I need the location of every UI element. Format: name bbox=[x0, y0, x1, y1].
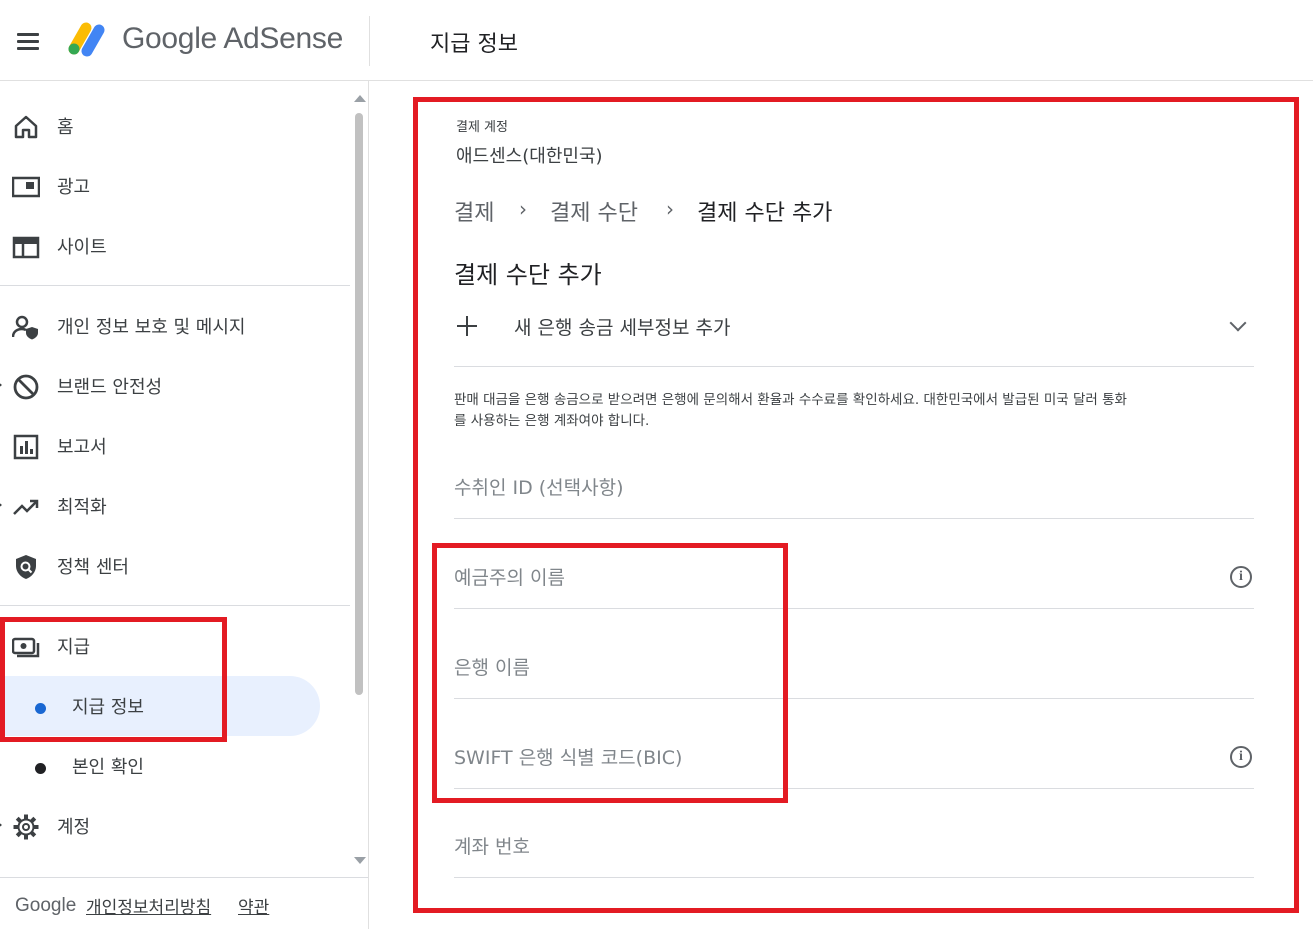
chevron-down-icon bbox=[1229, 314, 1247, 332]
nav-divider bbox=[0, 605, 350, 606]
account-holder-field[interactable]: i bbox=[454, 549, 1254, 609]
sidebar-scrollbar[interactable] bbox=[352, 89, 366, 869]
sidebar-item-label: 정책 센터 bbox=[57, 557, 129, 578]
top-app-bar: Google AdSense 지급 정보 bbox=[0, 0, 1313, 81]
page-title: 지급 정보 bbox=[430, 32, 518, 57]
account-number-field[interactable] bbox=[454, 818, 1254, 878]
payment-account-caption: 결제 계정 bbox=[456, 120, 508, 135]
sidebar-subitem-label: 본인 확인 bbox=[72, 757, 144, 778]
breadcrumb-current: 결제 수단 추가 bbox=[697, 201, 833, 226]
sidebar-item-label: 홈 bbox=[57, 117, 74, 138]
brand-wordmark: Google AdSense bbox=[122, 22, 343, 55]
sidebar-item-label: 브랜드 안전성 bbox=[57, 377, 163, 398]
sidebar-nav: 홈 광고 사이트 개인 정보 보호 및 메시지 브랜드 안전성 보고서 최적화 … bbox=[0, 81, 369, 929]
sidebar-item-policy-center[interactable]: 정책 센터 bbox=[0, 541, 350, 589]
payment-account-name: 애드센스(대한민국) bbox=[456, 146, 603, 167]
sidebar-item-ads[interactable]: 광고 bbox=[0, 161, 350, 209]
sidebar-item-privacy-messaging[interactable]: 개인 정보 보호 및 메시지 bbox=[0, 301, 350, 349]
bank-transfer-notice: 판매 대금을 은행 송금으로 받으려면 은행에 문의해서 환율과 수수료를 확인… bbox=[454, 390, 1252, 432]
notice-line: 를 사용하는 은행 계좌여야 합니다. bbox=[454, 413, 650, 429]
breadcrumb-payment-methods[interactable]: 결제 수단 bbox=[550, 195, 638, 227]
sidebar-subitem-verification[interactable]: 본인 확인 bbox=[0, 736, 320, 796]
sidebar-item-optimization[interactable]: 최적화 bbox=[0, 481, 350, 529]
sidebar-item-brand-safety[interactable]: 브랜드 안전성 bbox=[0, 361, 350, 409]
swift-code-input[interactable] bbox=[454, 729, 1214, 787]
bank-name-input[interactable] bbox=[454, 639, 1214, 697]
info-icon[interactable]: i bbox=[1230, 566, 1252, 588]
sites-icon bbox=[12, 236, 40, 259]
sidebar-item-payments[interactable]: 지급 bbox=[0, 621, 350, 669]
expand-arrow-icon bbox=[0, 821, 2, 829]
notice-line: 판매 대금을 은행 송금으로 받으려면 은행에 문의해서 환율과 수수료를 확인… bbox=[454, 392, 1127, 408]
home-icon bbox=[14, 115, 38, 139]
privacy-messaging-icon bbox=[12, 315, 38, 340]
sidebar-subitem-payment-info[interactable]: 지급 정보 bbox=[0, 676, 320, 736]
trending-up-icon bbox=[13, 499, 39, 515]
terms-link[interactable]: 약관 bbox=[238, 893, 269, 918]
scroll-up-arrow-icon[interactable] bbox=[354, 95, 366, 102]
ads-icon bbox=[12, 176, 40, 198]
policy-shield-icon bbox=[16, 555, 36, 579]
sidebar-item-label: 보고서 bbox=[57, 437, 107, 458]
breadcrumb-separator-icon: › bbox=[519, 197, 527, 221]
nav-divider bbox=[0, 285, 350, 286]
sidebar-item-label: 개인 정보 보호 및 메시지 bbox=[57, 317, 246, 338]
payee-id-input[interactable] bbox=[454, 459, 1214, 517]
block-icon bbox=[13, 374, 39, 400]
footer-google-logo: Google bbox=[15, 895, 77, 916]
sidebar-item-label: 사이트 bbox=[57, 237, 107, 258]
sidebar-item-label: 계정 bbox=[57, 817, 91, 838]
account-holder-input[interactable] bbox=[454, 549, 1214, 607]
bank-name-field[interactable] bbox=[454, 639, 1254, 699]
payments-icon bbox=[12, 637, 40, 658]
sidebar-item-label: 지급 bbox=[57, 637, 91, 658]
account-number-input[interactable] bbox=[454, 818, 1214, 876]
sidebar-footer: Google 개인정보처리방침 약관 bbox=[0, 877, 368, 929]
sidebar-item-reports[interactable]: 보고서 bbox=[0, 421, 350, 469]
reports-icon bbox=[13, 434, 39, 460]
payee-id-field[interactable] bbox=[454, 459, 1254, 519]
adsense-logo-icon bbox=[68, 22, 105, 57]
sidebar-item-sites[interactable]: 사이트 bbox=[0, 221, 350, 269]
sidebar-subitem-label: 지급 정보 bbox=[72, 697, 144, 718]
sidebar-item-account[interactable]: 계정 bbox=[0, 801, 350, 849]
plus-icon bbox=[456, 315, 478, 337]
sidebar-item-label: 광고 bbox=[57, 177, 91, 198]
gear-icon bbox=[13, 814, 39, 840]
expand-arrow-icon bbox=[0, 501, 2, 509]
header-divider bbox=[369, 16, 370, 66]
scrollbar-thumb[interactable] bbox=[355, 113, 363, 695]
bullet-dot-icon bbox=[35, 763, 46, 774]
swift-code-field[interactable]: i bbox=[454, 729, 1254, 789]
expand-arrow-icon bbox=[0, 381, 2, 389]
scroll-down-arrow-icon[interactable] bbox=[354, 857, 366, 864]
sidebar-item-label: 최적화 bbox=[57, 497, 107, 518]
main-content: 결제 계정 애드센스(대한민국) 결제 › 결제 수단 › 결제 수단 추가 결… bbox=[370, 81, 1313, 929]
info-icon[interactable]: i bbox=[1230, 746, 1252, 768]
breadcrumb-separator-icon: › bbox=[666, 197, 674, 221]
hamburger-menu-icon[interactable] bbox=[14, 29, 42, 53]
add-bank-transfer-expander[interactable]: 새 은행 송금 세부정보 추가 bbox=[454, 299, 1254, 367]
expander-label: 새 은행 송금 세부정보 추가 bbox=[514, 317, 731, 339]
privacy-policy-link[interactable]: 개인정보처리방침 bbox=[86, 893, 211, 918]
sidebar-item-home[interactable]: 홈 bbox=[0, 101, 350, 149]
section-title: 결제 수단 추가 bbox=[454, 261, 602, 289]
bullet-dot-icon bbox=[35, 703, 46, 714]
breadcrumb-payments[interactable]: 결제 bbox=[454, 195, 494, 227]
